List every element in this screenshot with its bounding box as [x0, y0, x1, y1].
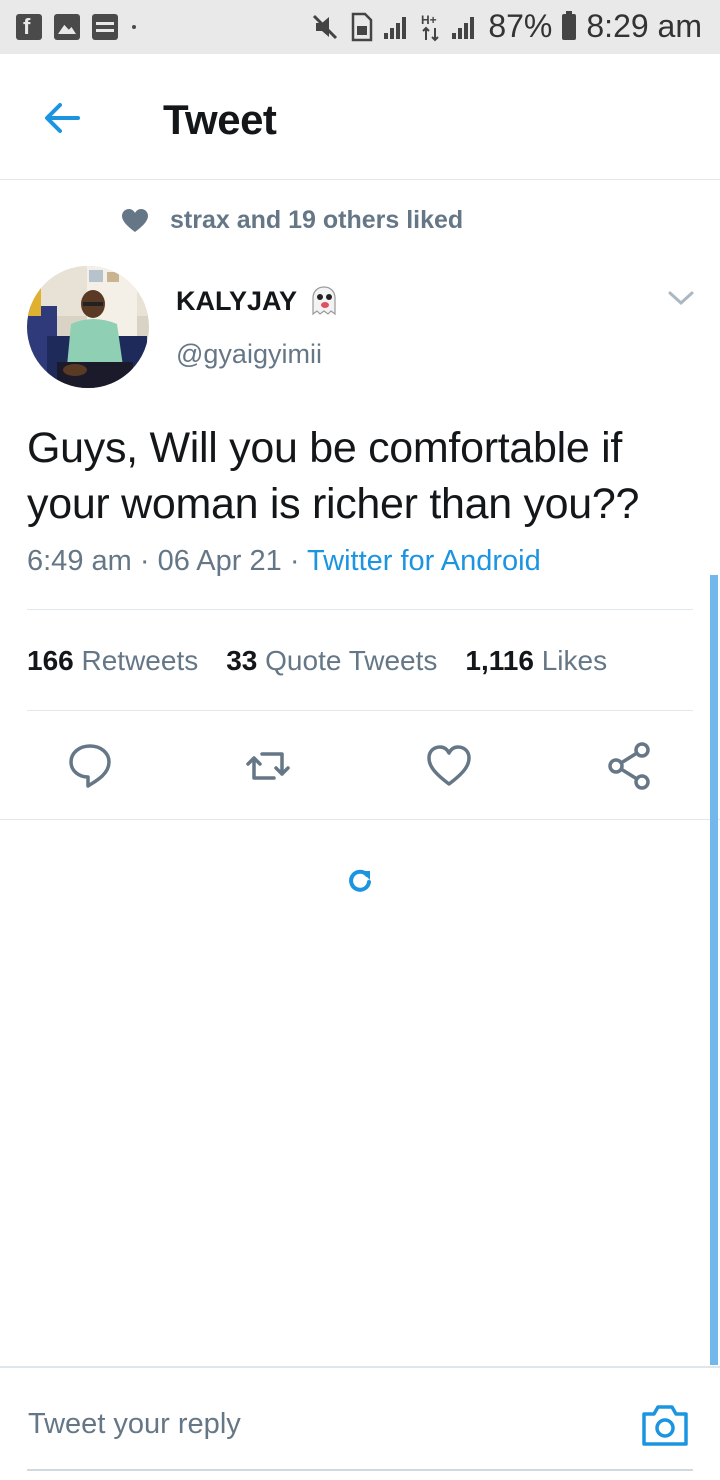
top-bar: Tweet [0, 54, 720, 180]
reply-bar: Tweet your reply [0, 1366, 720, 1480]
mute-icon [313, 14, 338, 39]
status-bar: H+ 87% 8:29 am [0, 0, 720, 54]
social-context[interactable]: strax and 19 others liked [122, 206, 463, 235]
scrollbar[interactable] [710, 575, 718, 1365]
likes-label: Likes [541, 645, 608, 676]
divider [27, 710, 693, 711]
heart-filled-icon [122, 208, 148, 232]
reply-icon[interactable] [66, 740, 114, 792]
like-icon[interactable] [425, 740, 473, 792]
signal-icon-2 [452, 15, 478, 39]
notification-icons [16, 14, 136, 40]
meta-separator: · [289, 545, 300, 577]
share-icon[interactable] [606, 740, 654, 792]
system-icons: H+ 87% 8:29 am [310, 8, 702, 45]
retweets-stat[interactable]: 166 Retweets [27, 645, 198, 677]
social-context-text: strax and 19 others liked [170, 206, 464, 234]
more-dot-icon [132, 25, 136, 29]
refresh-icon[interactable] [345, 865, 375, 895]
battery-percent: 87% [488, 8, 553, 44]
tweet-time: 6:49 am [27, 545, 132, 577]
card-icon [92, 14, 118, 40]
reply-input[interactable]: Tweet your reply [28, 1408, 241, 1441]
quotes-stat[interactable]: 33 Quote Tweets [226, 645, 437, 677]
chevron-down-icon[interactable] [666, 286, 696, 310]
author-name-row[interactable]: KALYJAY [176, 284, 341, 318]
svg-text:H+: H+ [421, 13, 437, 27]
back-arrow-icon[interactable] [40, 96, 84, 140]
likes-count: 1,116 [465, 645, 534, 676]
author-handle[interactable]: @gyaigyimii [176, 339, 322, 370]
meta-separator: · [139, 545, 150, 577]
divider [27, 609, 693, 610]
facebook-icon [16, 14, 42, 40]
hplus-icon: H+ [421, 13, 440, 41]
engagement-stats: 166 Retweets 33 Quote Tweets 1,116 Likes [27, 645, 607, 677]
clock: 8:29 am [586, 8, 702, 44]
section-divider [0, 819, 720, 820]
ghost-emoji-icon [312, 286, 336, 316]
reply-underline [27, 1469, 693, 1471]
camera-icon[interactable] [640, 1402, 690, 1448]
action-bar [0, 740, 720, 800]
quotes-label: Quote Tweets [265, 645, 438, 676]
tweet-text: Guys, Will you be comfortable if your wo… [27, 424, 640, 528]
author-name: KALYJAY [176, 285, 298, 316]
tweet-source-link[interactable]: Twitter for Android [307, 545, 541, 577]
signal-icon [384, 15, 410, 39]
battery-icon [562, 10, 577, 40]
tweet-metadata: 6:49 am · 06 Apr 21 · Twitter for Androi… [27, 545, 541, 578]
quotes-count: 33 [226, 645, 258, 676]
likes-stat[interactable]: 1,116 Likes [465, 645, 607, 677]
retweet-icon[interactable] [244, 740, 292, 792]
page-title: Tweet [163, 96, 277, 143]
avatar[interactable] [27, 266, 149, 388]
gallery-icon [54, 14, 80, 40]
tweet-date: 06 Apr 21 [157, 545, 282, 577]
retweets-label: Retweets [81, 645, 199, 676]
sim-icon [352, 12, 373, 41]
retweets-count: 166 [27, 645, 74, 676]
